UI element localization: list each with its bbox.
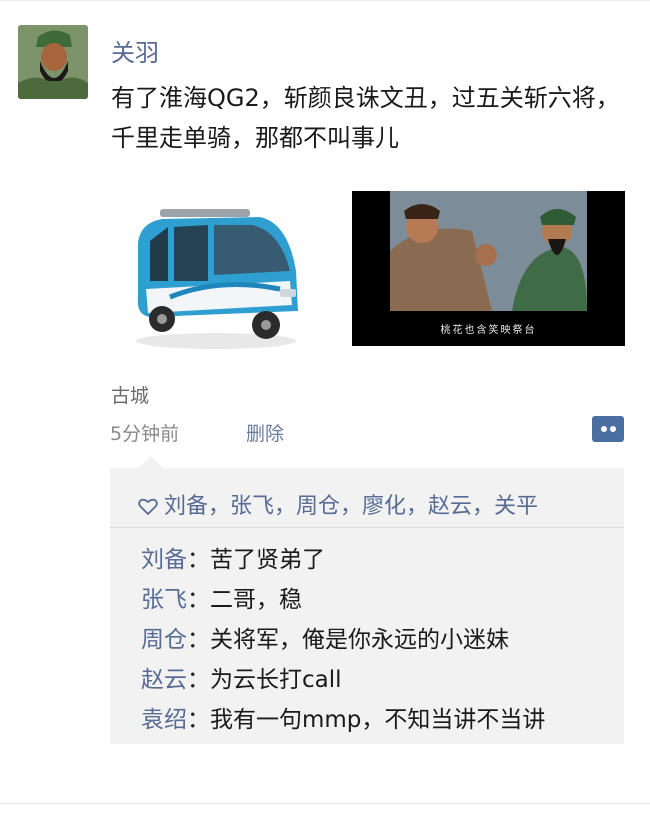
avatar-portrait-icon [18, 25, 88, 99]
comment-item[interactable]: 赵云：为云长打call [141, 660, 545, 700]
comment-text: 二哥，稳 [210, 587, 302, 613]
comment-author[interactable]: 周仓 [141, 627, 187, 653]
more-dot-icon [610, 426, 616, 432]
comment-list: 刘备：苦了贤弟了 张飞：二哥，稳 周仓：关将军，俺是你永远的小迷妹 赵云：为云长… [141, 540, 545, 740]
user-avatar[interactable] [18, 25, 88, 99]
comment-author[interactable]: 张飞 [141, 587, 187, 613]
comment-text: 关将军，俺是你永远的小迷妹 [210, 627, 509, 653]
more-dot-icon [601, 426, 607, 432]
post-text: 有了淮海QG2，斩颜良诛文丑，过五关斩六将，千里走单骑，那都不叫事儿 [111, 84, 620, 152]
like-names[interactable]: 刘备，张飞，周仓，廖化，赵云，关平 [164, 494, 538, 519]
likes-divider [110, 527, 624, 528]
comment-separator: ： [187, 627, 210, 653]
comment-more-button[interactable] [592, 416, 624, 442]
comment-separator: ： [187, 707, 210, 733]
comment-author[interactable]: 袁绍 [141, 707, 187, 733]
comment-text: 为云长打call [210, 667, 342, 693]
comment-separator: ： [187, 667, 210, 693]
tricycle-image-icon [136, 209, 298, 349]
comment-author[interactable]: 刘备 [141, 547, 187, 573]
comment-text: 苦了贤弟了 [210, 547, 325, 573]
post-image-electric-tricycle[interactable] [110, 185, 318, 355]
image-subtitle: 桃花也含笑映祭台 [440, 325, 537, 336]
top-divider [0, 0, 650, 1]
post-image-film-still[interactable]: 桃花也含笑映祭台 [352, 191, 625, 346]
comment-item[interactable]: 刘备：苦了贤弟了 [141, 540, 545, 580]
post-location[interactable]: 古城 [111, 381, 149, 408]
delete-link[interactable]: 删除 [246, 419, 284, 446]
heart-outline-icon [138, 497, 158, 522]
comment-separator: ： [187, 587, 210, 613]
comment-author[interactable]: 赵云 [141, 667, 187, 693]
comment-item[interactable]: 周仓：关将军，俺是你永远的小迷妹 [141, 620, 545, 660]
likes-list: 刘备，张飞，周仓，廖化，赵云，关平 [138, 488, 622, 522]
bottom-divider [0, 803, 650, 804]
comment-item[interactable]: 袁绍：我有一句mmp，不知当讲不当讲 [141, 700, 545, 740]
post-timestamp: 5分钟前 [110, 423, 180, 445]
comment-text: 我有一句mmp，不知当讲不当讲 [210, 707, 546, 733]
comment-separator: ： [187, 547, 210, 573]
comment-box-pointer [139, 456, 163, 468]
post-username[interactable]: 关羽 [111, 33, 159, 68]
comment-item[interactable]: 张飞：二哥，稳 [141, 580, 545, 620]
